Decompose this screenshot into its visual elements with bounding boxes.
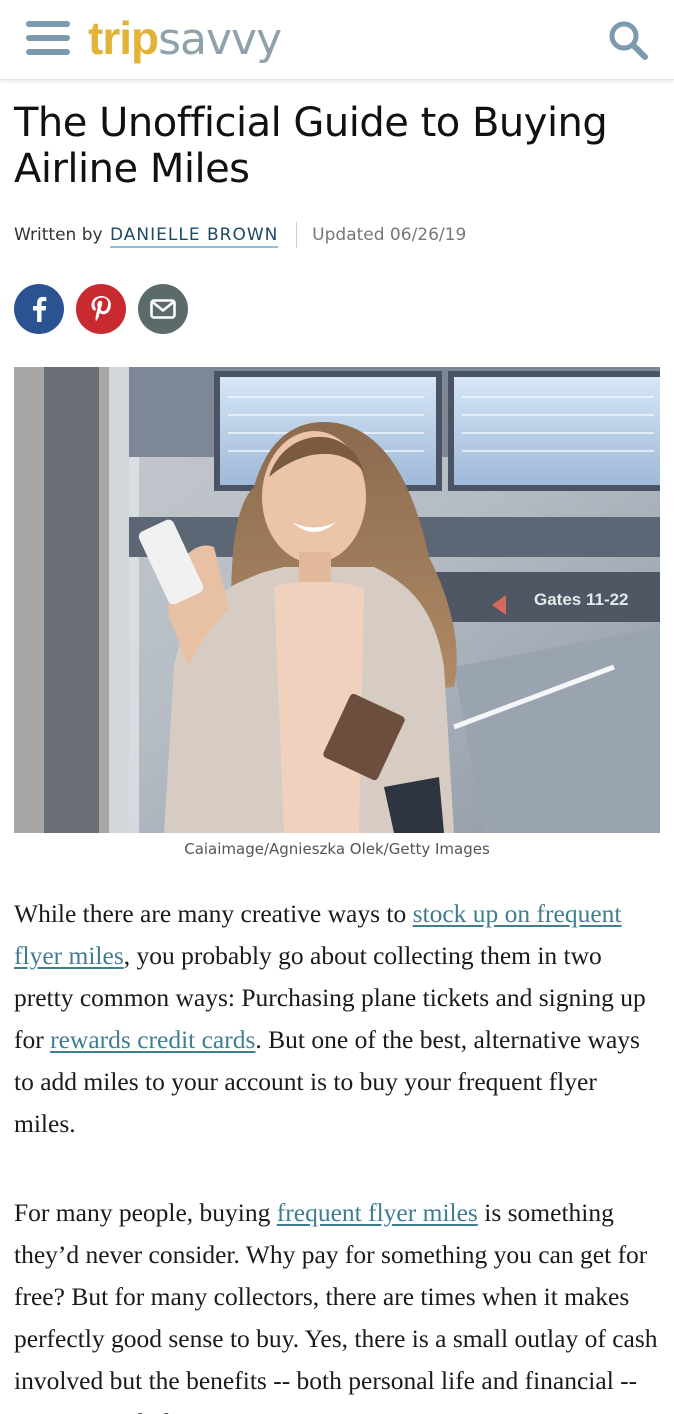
written-by-label: Written by — [14, 225, 103, 245]
site-header: tripsavvy — [0, 0, 674, 80]
tripsavvy-logo[interactable]: tripsavvy — [88, 10, 282, 66]
pinterest-icon — [91, 296, 111, 322]
p1-text-1: While there are many creative ways to — [14, 899, 413, 928]
p2-text-1: For many people, buying — [14, 1198, 277, 1227]
byline-divider — [295, 222, 297, 248]
logo-savvy-text: savvy — [158, 14, 282, 65]
facebook-share-button[interactable] — [14, 284, 64, 334]
updated-date: Updated 06/26/19 — [312, 225, 467, 245]
author-link[interactable]: DANIELLE BROWN — [109, 225, 279, 248]
email-icon — [150, 299, 176, 319]
hero-image: Gates 11-22 — [14, 367, 660, 833]
gates-sign-text: Gates 11-22 — [534, 590, 629, 609]
hamburger-menu-icon[interactable] — [26, 19, 70, 59]
body-paragraph-1: While there are many creative ways to st… — [14, 893, 664, 1145]
frequent-flyer-miles-link[interactable]: frequent flyer miles — [277, 1198, 478, 1227]
p2-text-2: is something they’d never consider. Why … — [14, 1198, 658, 1414]
search-icon[interactable] — [606, 18, 650, 62]
body-paragraph-2: For many people, buying frequent flyer m… — [14, 1192, 664, 1414]
article-title: The Unofficial Guide to Buying Airline M… — [14, 100, 608, 192]
facebook-icon — [33, 296, 47, 322]
logo-trip-text: trip — [88, 12, 159, 64]
rewards-credit-cards-link[interactable]: rewards credit cards — [50, 1025, 255, 1054]
byline: Written by DANIELLE BROWN Updated 06/26/… — [14, 222, 466, 248]
image-caption: Caiaimage/Agnieszka Olek/Getty Images — [184, 840, 490, 858]
email-share-button[interactable] — [138, 284, 188, 334]
pinterest-share-button[interactable] — [76, 284, 126, 334]
